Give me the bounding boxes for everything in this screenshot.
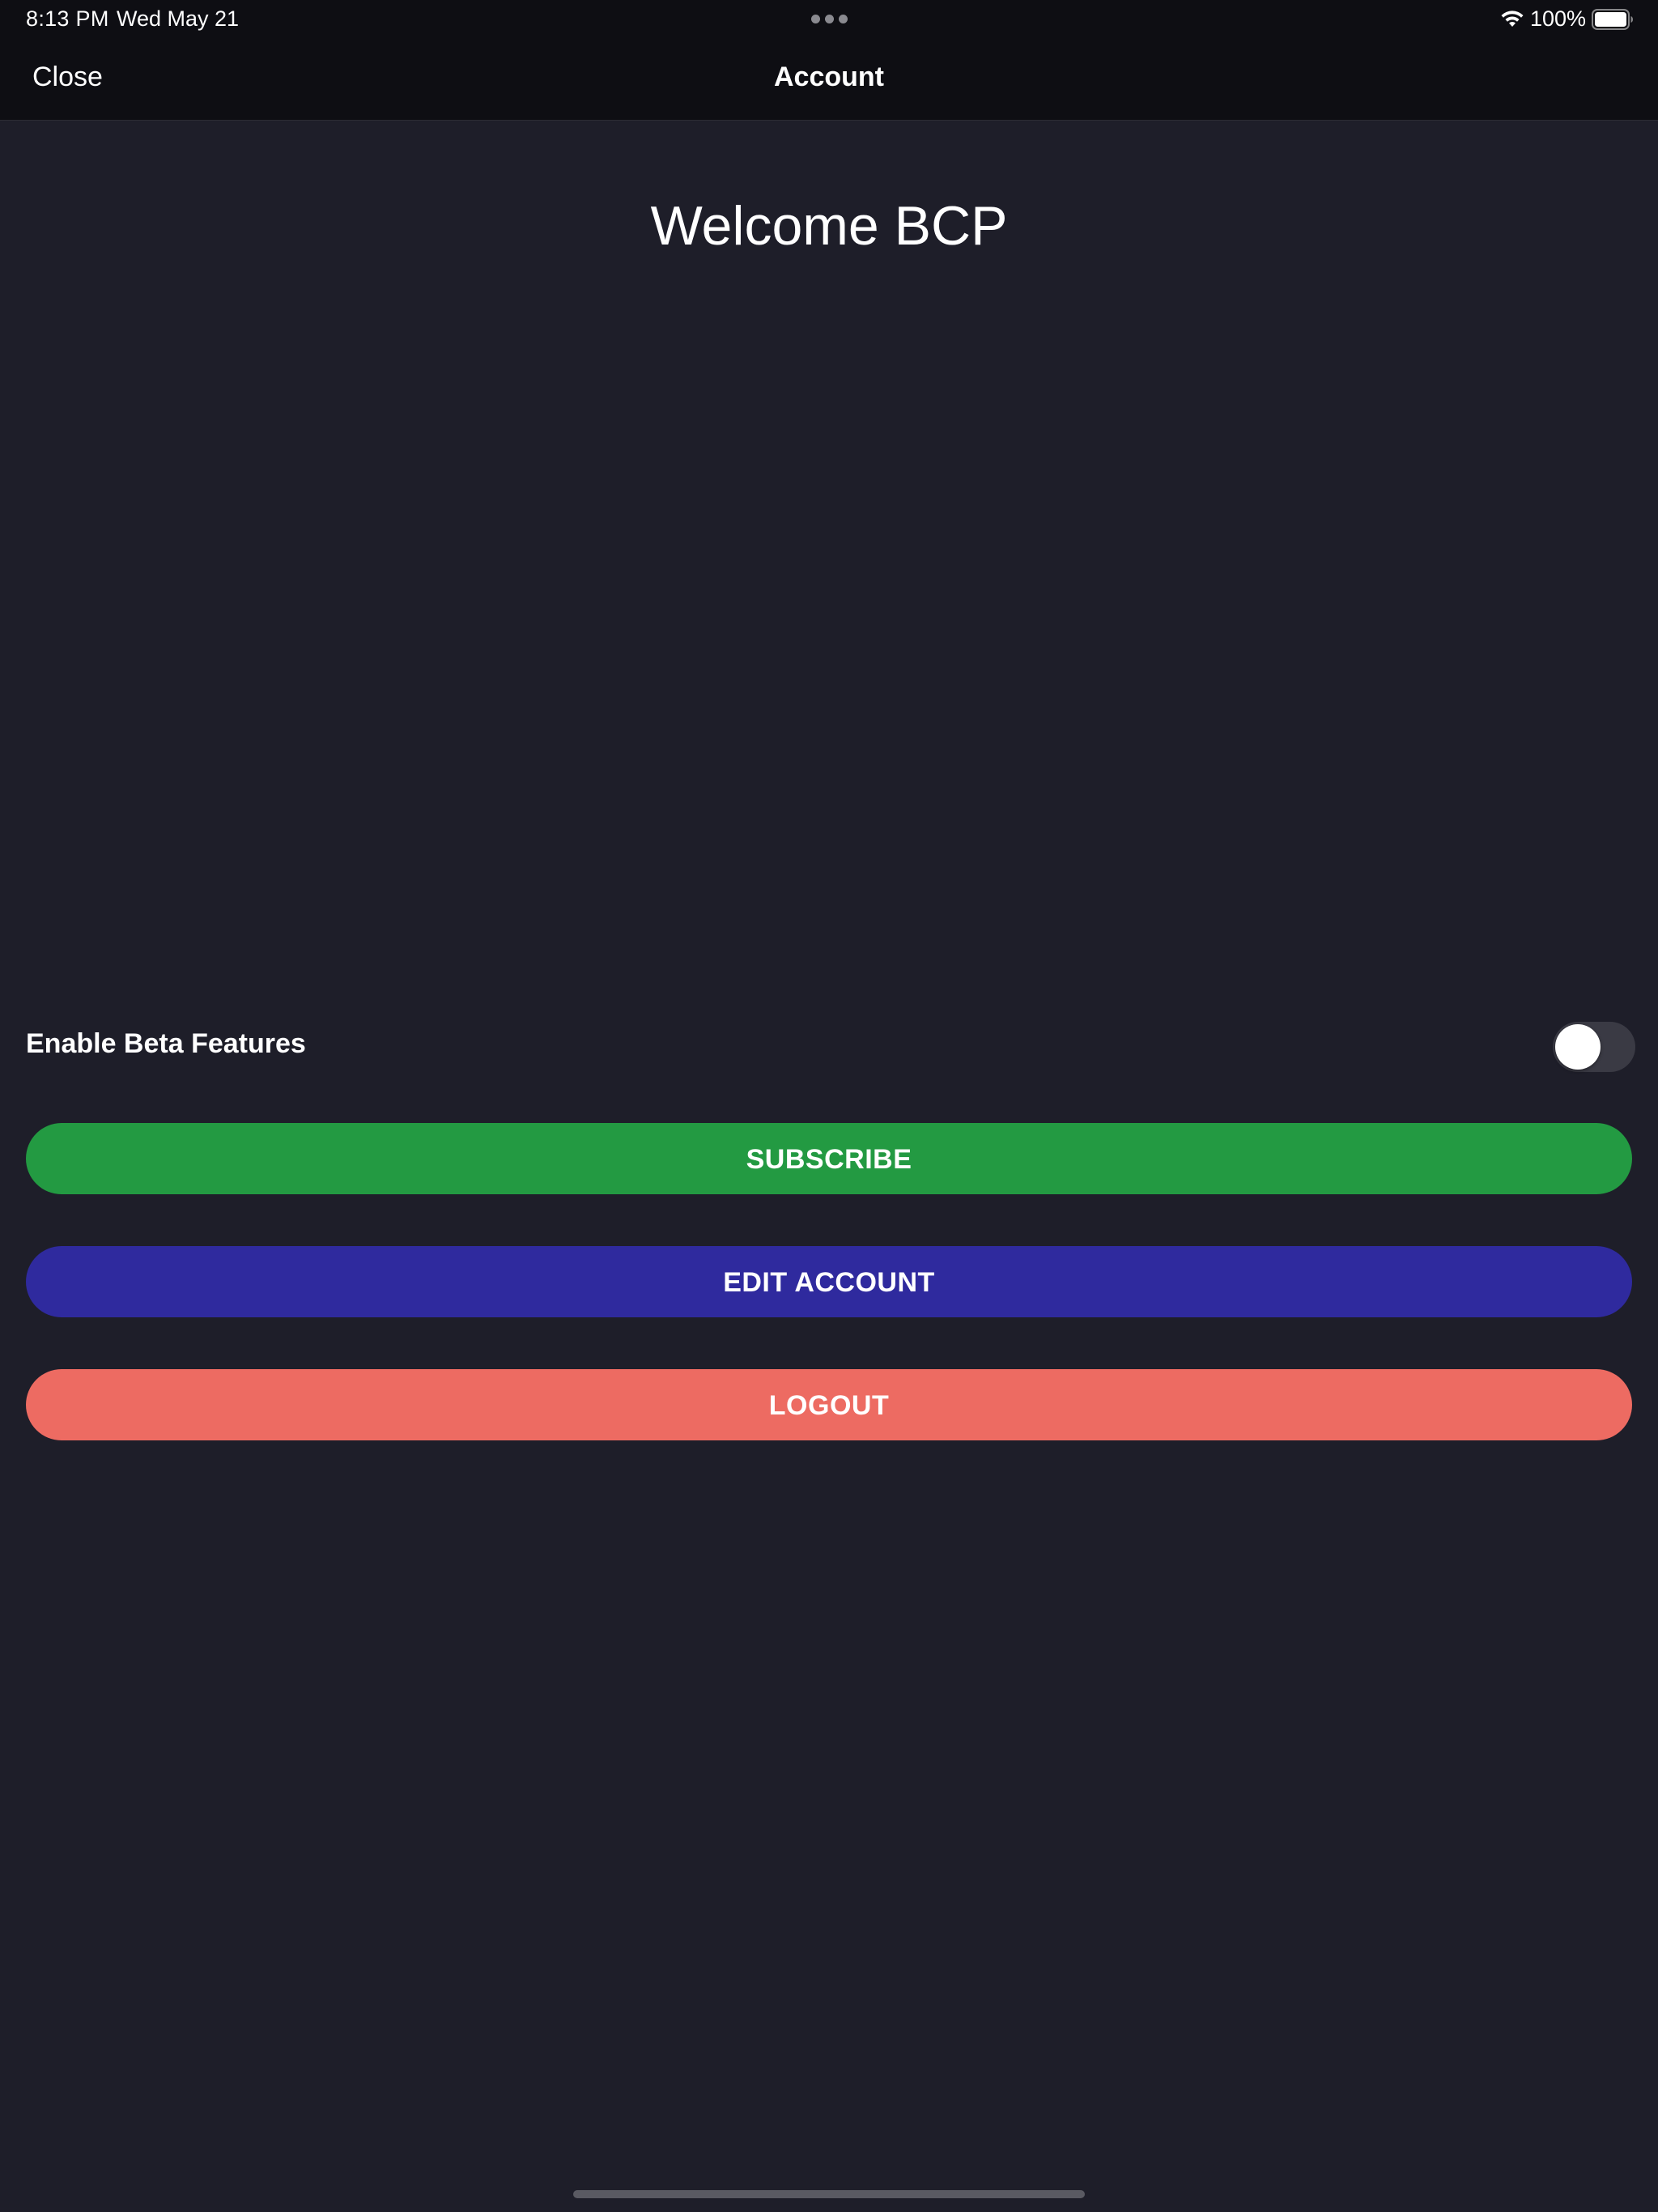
welcome-heading: Welcome BCP <box>650 195 1008 257</box>
subscribe-button[interactable]: SUBSCRIBE <box>26 1123 1632 1194</box>
nav-bar: Close Account <box>0 39 1658 121</box>
logout-button[interactable]: LOGOUT <box>26 1369 1632 1440</box>
beta-features-label: Enable Beta Features <box>26 1028 306 1059</box>
battery-icon <box>1592 9 1633 30</box>
beta-features-toggle[interactable] <box>1553 1022 1635 1072</box>
page-title: Account <box>774 62 884 92</box>
edit-account-button[interactable]: EDIT ACCOUNT <box>26 1246 1632 1317</box>
status-date: Wed May 21 <box>117 6 240 31</box>
wifi-icon <box>1501 11 1524 27</box>
multitask-dots-icon[interactable] <box>811 15 848 23</box>
home-indicator[interactable] <box>573 2190 1085 2198</box>
status-bar: 8:13 PM Wed May 21 100% <box>0 0 1658 39</box>
battery-percent: 100% <box>1530 6 1587 31</box>
toggle-knob <box>1555 1024 1601 1070</box>
status-time: 8:13 PM <box>26 6 109 31</box>
